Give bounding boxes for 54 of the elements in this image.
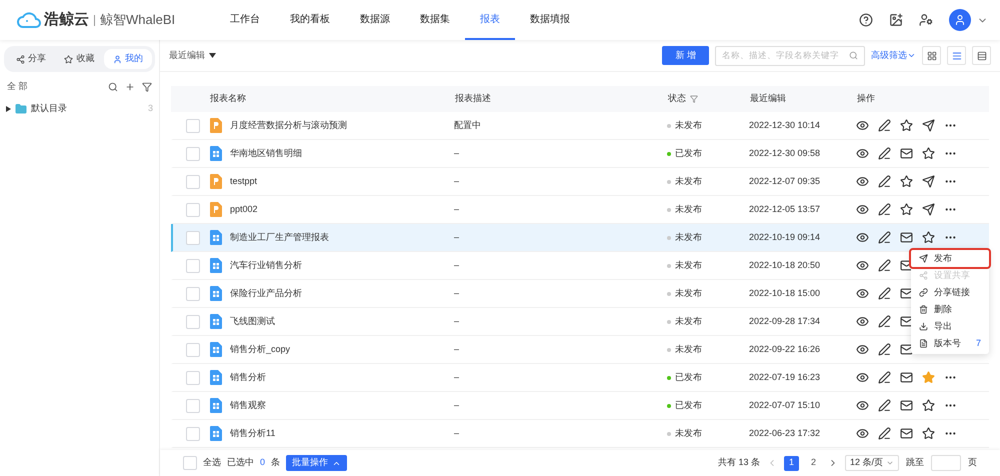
status-text: 已发布: [675, 370, 702, 384]
status-text: 未发布: [675, 118, 702, 132]
status-text: 未发布: [675, 314, 702, 328]
column-header: 报表描述: [455, 92, 492, 106]
edit-time: 2022-12-07 09:35: [749, 174, 822, 188]
report-description: –: [454, 286, 460, 300]
report-description: –: [454, 174, 460, 188]
status-text: 未发布: [675, 174, 702, 188]
edit-time: 2022-06-23 17:32: [749, 426, 822, 440]
edit-time: 2022-10-18 15:00: [749, 286, 822, 300]
folder-label: 默认目录: [31, 102, 67, 115]
report-description: –: [454, 426, 460, 440]
edit-time: 2022-07-07 15:10: [749, 398, 822, 412]
report-description: –: [454, 230, 460, 244]
report-description: 配置中: [454, 118, 482, 132]
selected-prefix: 已选中: [227, 456, 254, 470]
edit-time: 2022-12-30 10:14: [749, 118, 822, 132]
status-text: 未发布: [675, 286, 702, 300]
edit-time: 2022-10-19 09:14: [749, 230, 822, 244]
selected-count: 0: [260, 456, 266, 470]
edit-time: 2022-12-30 09:58: [749, 146, 822, 160]
edit-time: 2022-09-28 17:34: [749, 314, 822, 328]
status-text: 已发布: [675, 398, 702, 412]
tree-title: 全 部: [7, 80, 28, 93]
column-header: 最近编辑: [750, 92, 787, 106]
status-text: 未发布: [675, 258, 702, 272]
status-text: 已发布: [675, 146, 702, 160]
edit-time: 2022-10-18 20:50: [749, 258, 822, 272]
edit-time: 2022-12-05 13:57: [749, 202, 822, 216]
report-description: –: [454, 370, 460, 384]
column-header: 报表名称: [210, 92, 247, 106]
edit-time: 2022-07-19 16:23: [749, 370, 822, 384]
column-header: 状态: [668, 92, 686, 106]
total-count: 共有 13 条: [718, 456, 760, 470]
folder-count: 3: [148, 102, 153, 115]
brand-name: 浩鲸云: [44, 10, 89, 30]
report-description: –: [454, 202, 460, 216]
report-description: –: [454, 258, 460, 272]
column-header: 操作: [857, 92, 875, 106]
status-text: 未发布: [675, 342, 702, 356]
report-description: –: [454, 314, 460, 328]
select-all-label: 全选: [203, 456, 221, 470]
edit-time: 2022-09-22 16:26: [749, 342, 822, 356]
product-name: 鲸智WhaleBI: [100, 11, 176, 30]
report-description: –: [454, 146, 460, 160]
status-text: 未发布: [675, 426, 702, 440]
report-description: –: [454, 398, 460, 412]
status-text: 未发布: [675, 230, 702, 244]
jump-label: 跳至: [906, 456, 924, 470]
status-text: 未发布: [675, 202, 702, 216]
selected-suffix: 条: [271, 456, 280, 470]
version-count: 7: [976, 336, 981, 350]
report-description: –: [454, 342, 460, 356]
page-suffix: 页: [968, 456, 977, 470]
